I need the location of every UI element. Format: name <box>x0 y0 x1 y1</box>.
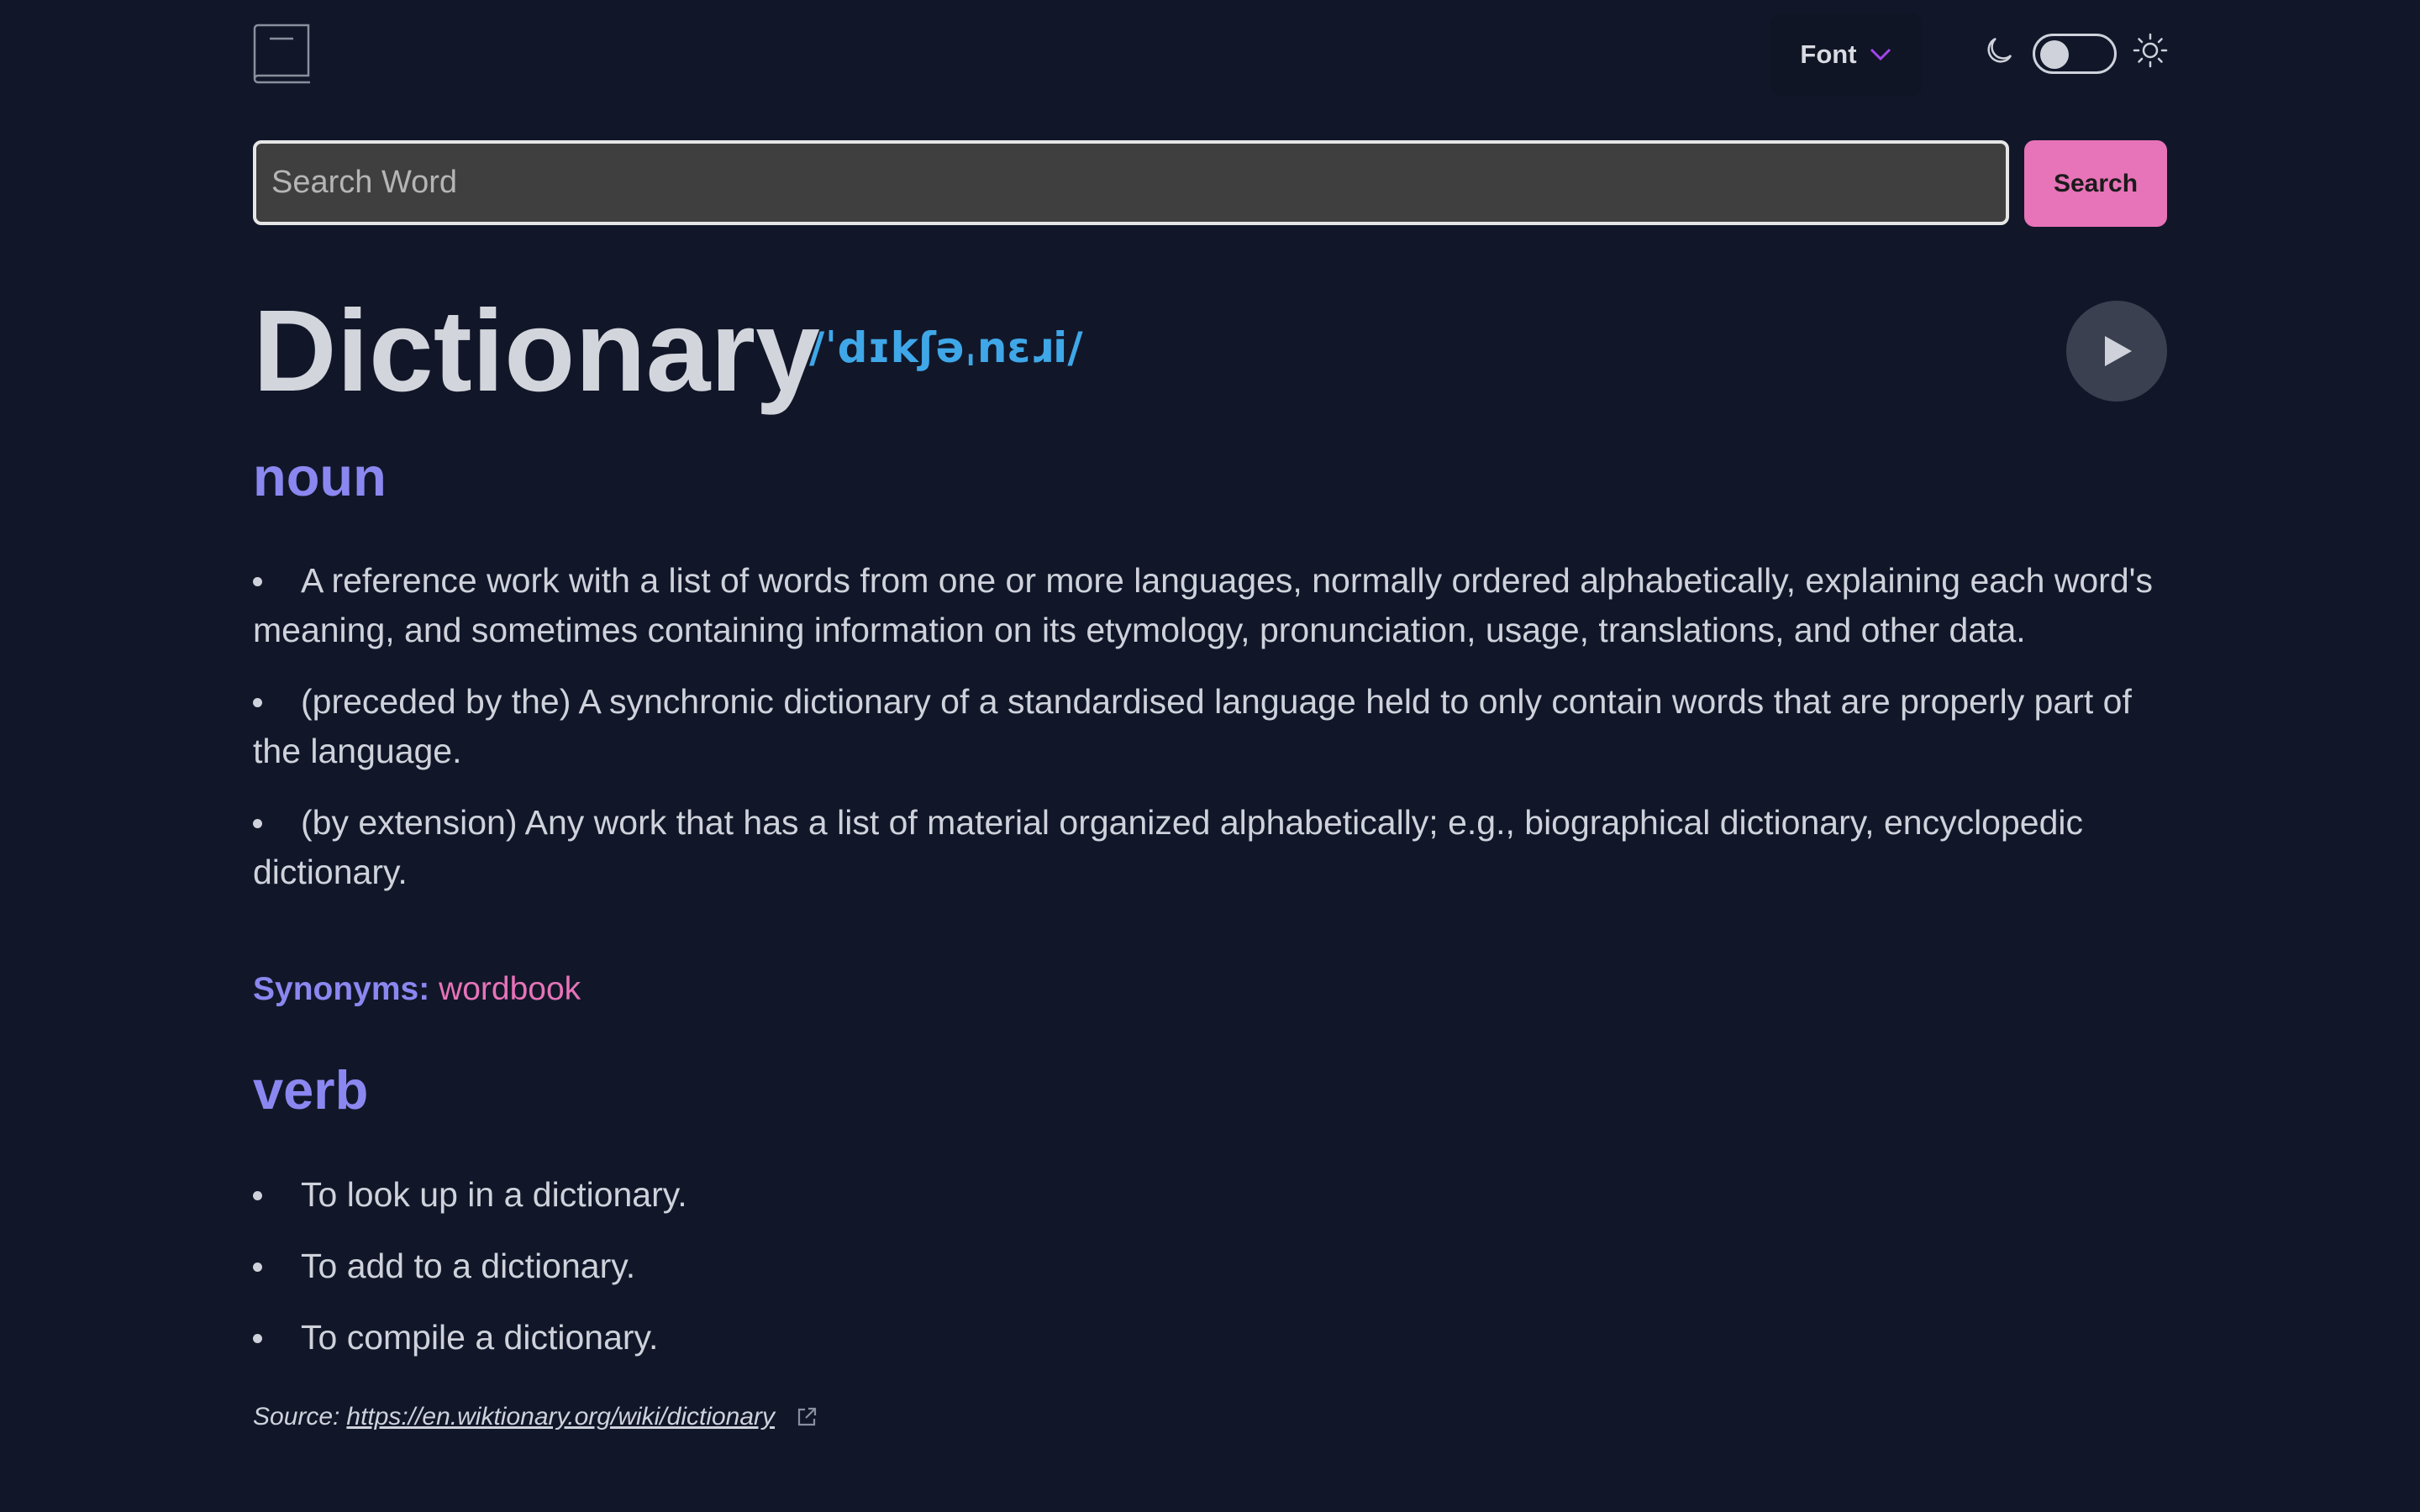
book-icon[interactable] <box>253 24 312 87</box>
header: Font <box>253 0 2168 118</box>
chevron-down-icon <box>1870 48 1891 61</box>
search-button[interactable]: Search <box>2024 140 2167 227</box>
synonym-link[interactable]: wordbook <box>439 971 581 1007</box>
external-link-icon[interactable] <box>795 1405 818 1429</box>
sun-icon <box>2133 33 2168 68</box>
moon-icon <box>1987 37 2012 63</box>
source-row: Source: https://en.wiktionary.org/wiki/d… <box>253 1403 818 1431</box>
definition-item: To look up in a dictionary. <box>253 1170 2167 1220</box>
definition-item: (by extension) Any work that has a list … <box>253 798 2167 897</box>
font-selector-label: Font <box>1800 39 1857 69</box>
source-label: Source: <box>253 1403 340 1431</box>
source-link[interactable]: https://en.wiktionary.org/wiki/dictionar… <box>346 1403 775 1431</box>
part-of-speech-verb: verb <box>253 1059 369 1121</box>
play-icon <box>2105 336 2132 366</box>
synonyms-label: Synonyms: <box>253 971 430 1007</box>
synonyms-row: Synonyms: wordbook <box>253 971 581 1008</box>
play-audio-button[interactable] <box>2066 301 2167 402</box>
word-title: Dictionary <box>253 286 820 416</box>
part-of-speech-noun: noun <box>253 446 387 507</box>
theme-toggle-knob <box>2040 40 2069 69</box>
search-input[interactable] <box>253 140 2009 225</box>
noun-definitions-list: A reference work with a list of words fr… <box>253 556 2167 919</box>
theme-toggle[interactable] <box>2033 34 2117 74</box>
font-selector[interactable]: Font <box>1770 13 1922 96</box>
definition-item: A reference work with a list of words fr… <box>253 556 2167 655</box>
definition-item: (preceded by the) A synchronic dictionar… <box>253 677 2167 776</box>
definition-item: To add to a dictionary. <box>253 1242 2167 1291</box>
phonetic-text: /ˈdɪkʃəˌnɛɹi/ <box>809 323 1083 372</box>
verb-definitions-list: To look up in a dictionary. To add to a … <box>253 1170 2167 1384</box>
dictionary-app: Font Search Dictiona <box>253 0 2168 1512</box>
definition-item: To compile a dictionary. <box>253 1313 2167 1362</box>
